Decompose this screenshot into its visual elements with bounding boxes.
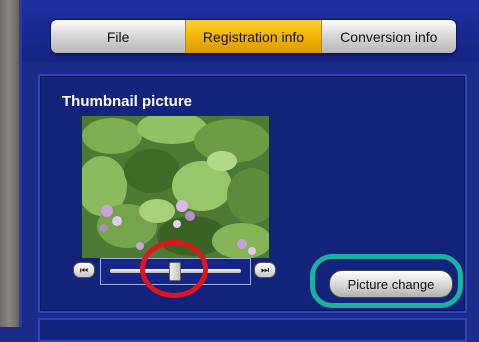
tab-conversion-info[interactable]: Conversion info [321, 20, 456, 53]
skip-end-icon[interactable]: ⏭ [254, 262, 276, 278]
tab-file[interactable]: File [51, 20, 187, 53]
thumbnail-image [82, 116, 269, 258]
tab-registration-info[interactable]: Registration info [186, 20, 322, 53]
left-frame-edge [0, 0, 22, 327]
highlight-ring-red [140, 240, 208, 298]
tab-bar: File Registration info Conversion info [51, 20, 456, 53]
lower-panel [38, 318, 467, 342]
section-title: Thumbnail picture [62, 93, 193, 110]
highlight-ring-teal [310, 254, 463, 308]
skip-start-icon[interactable]: ⏮ [73, 262, 95, 278]
